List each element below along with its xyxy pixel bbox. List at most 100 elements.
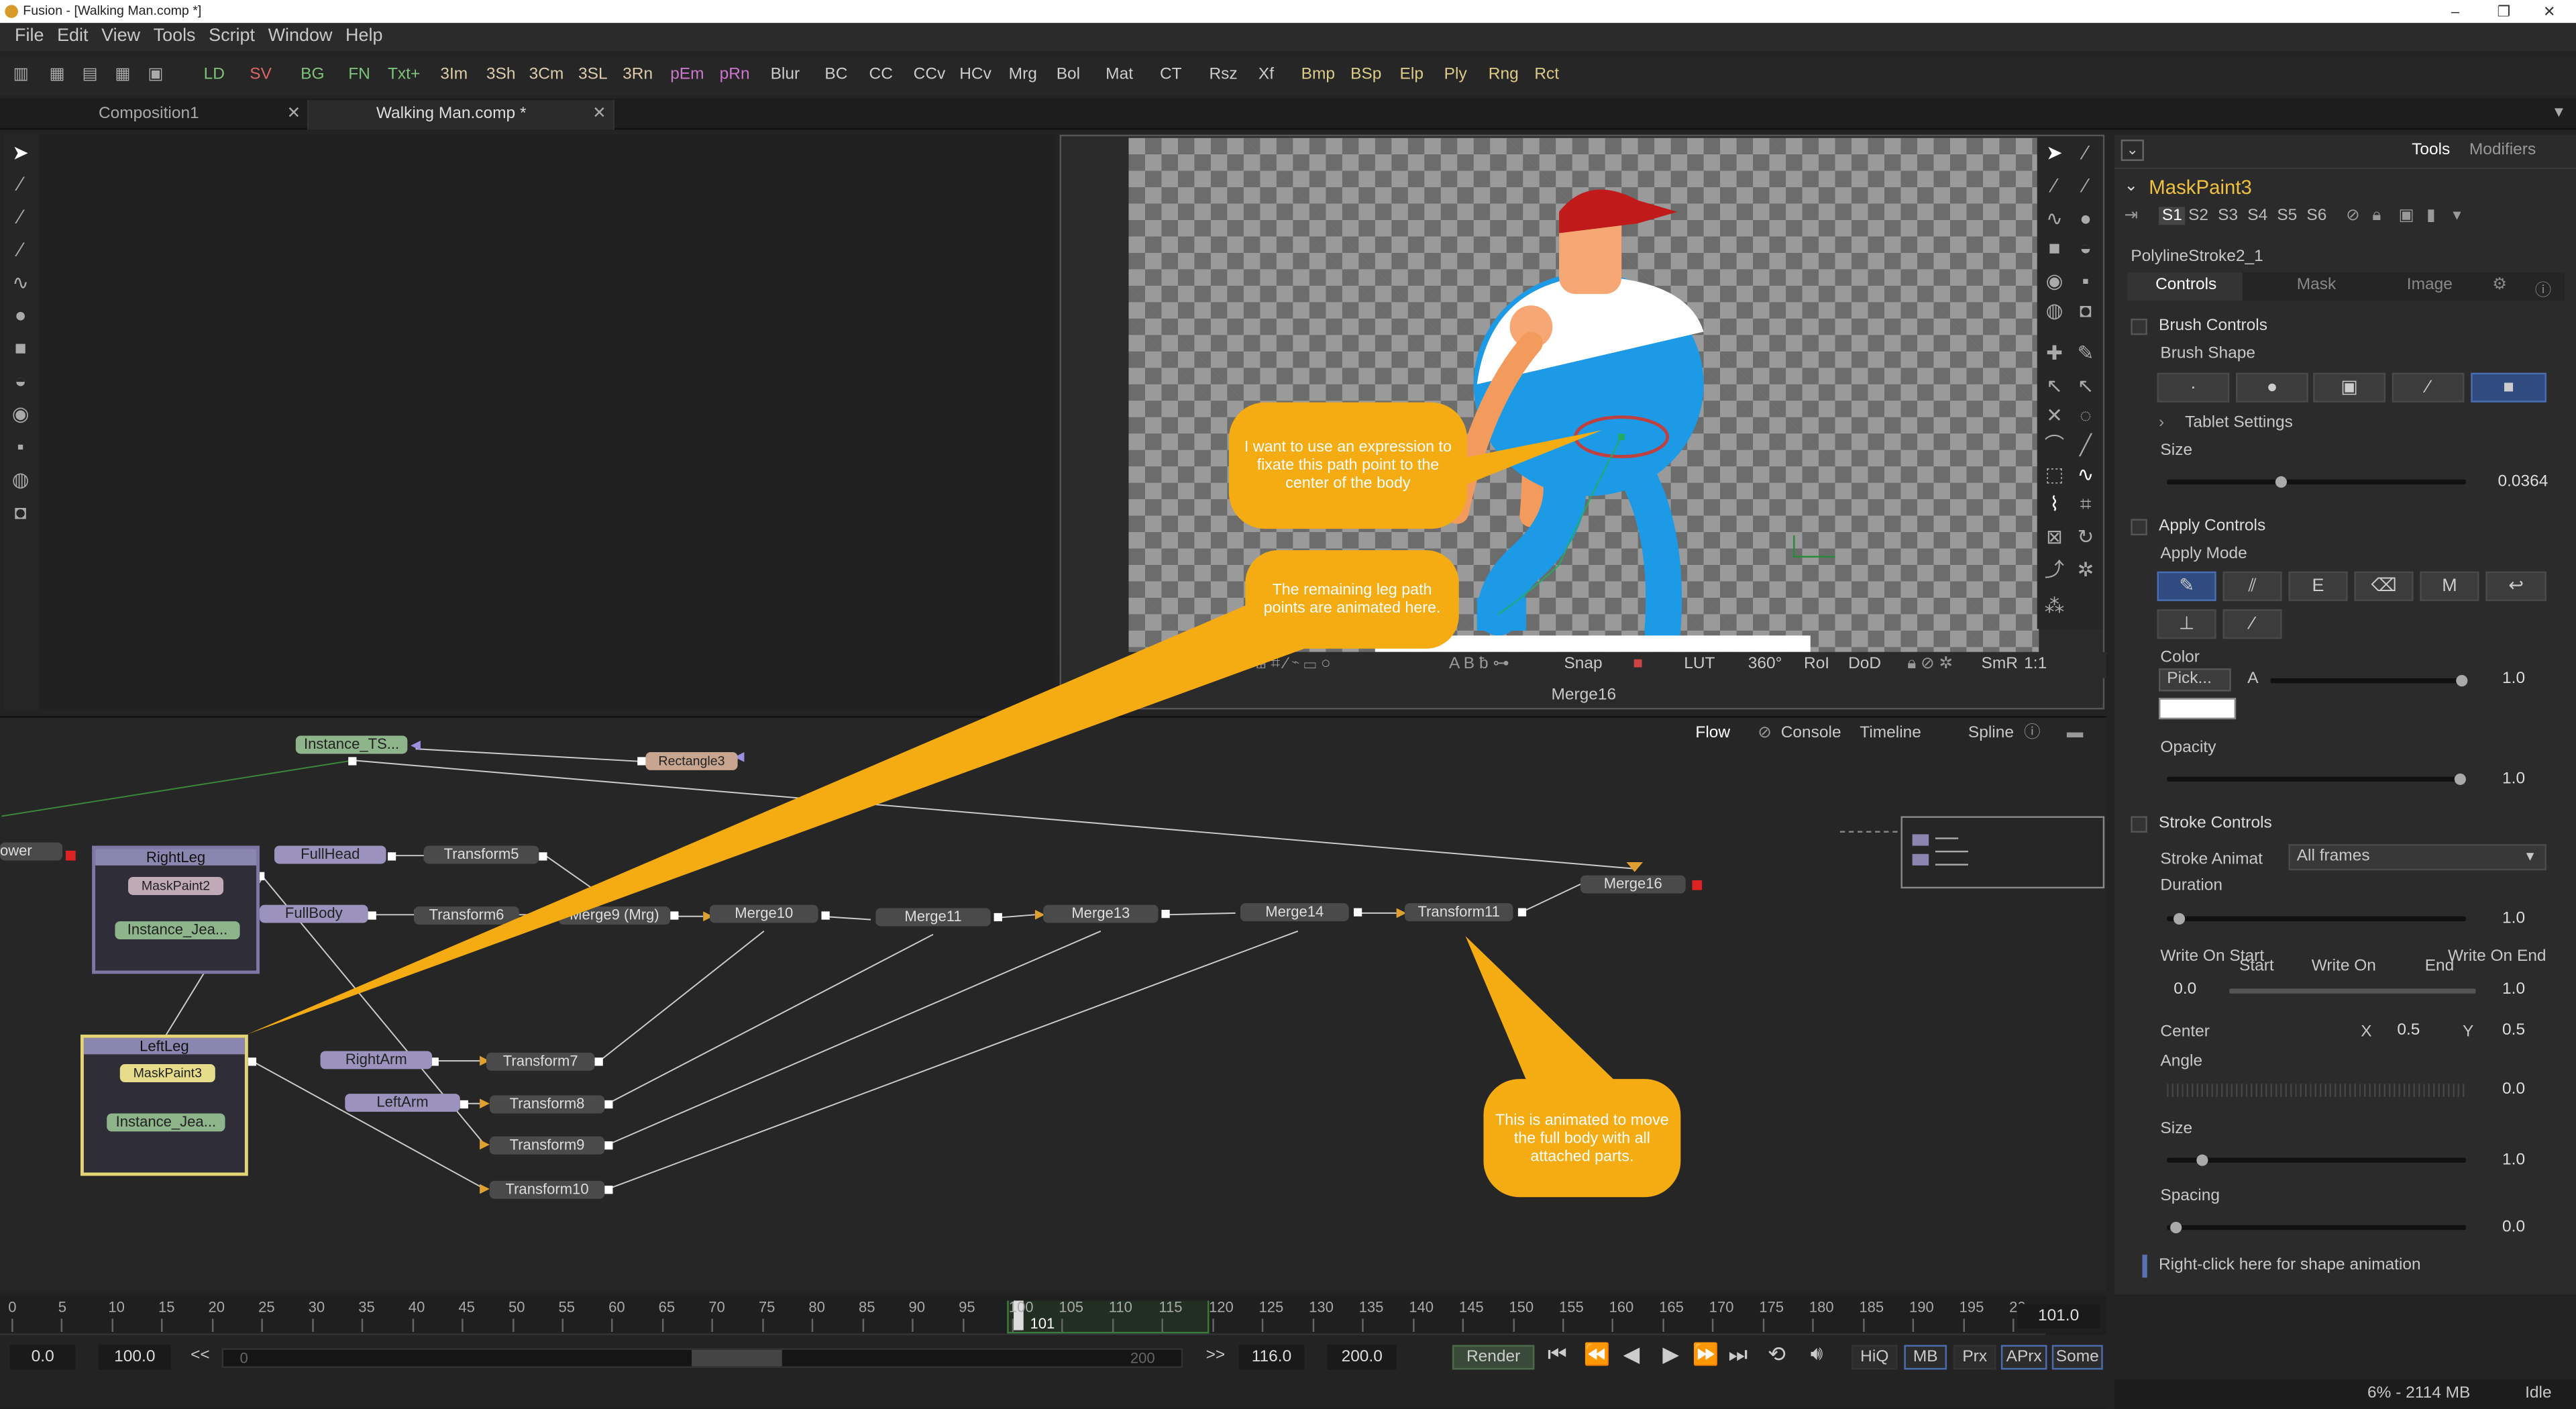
size-value[interactable]: 0.0364	[2473, 473, 2548, 491]
copy-rect-icon[interactable]: ▪	[2075, 270, 2096, 293]
layout-icon[interactable]: ▤	[82, 56, 97, 95]
comment-icon[interactable]: ▬	[2067, 718, 2083, 751]
fit-button[interactable]: Fit	[1197, 652, 1216, 678]
section-brush-controls[interactable]: Brush Controls	[2131, 315, 2561, 338]
node-merge14[interactable]: Merge14	[1240, 903, 1349, 922]
tab-timeline[interactable]: Timeline	[1860, 718, 1921, 751]
pen-icon[interactable]: ✎	[2075, 342, 2096, 365]
section-checkbox[interactable]	[2131, 318, 2147, 335]
slider-knob[interactable]	[2454, 773, 2466, 785]
slider-knob[interactable]	[2174, 912, 2186, 925]
menu-script[interactable]: Script	[209, 26, 255, 46]
select-point-icon[interactable]: ↖	[2075, 375, 2096, 398]
toolbar-button-mat[interactable]: Mat	[1106, 56, 1133, 95]
slider-knob[interactable]	[2456, 674, 2468, 687]
toolbar-button-3rn[interactable]: 3Rn	[623, 56, 653, 95]
toolbar-button-fn[interactable]: FN	[348, 56, 370, 95]
reduce-icon[interactable]: ↻	[2075, 526, 2096, 549]
copy-ellipse-icon[interactable]: ◘	[10, 502, 32, 524]
rectangle-icon[interactable]: ■	[2044, 238, 2065, 260]
collapse-chevron-icon[interactable]: ⌄	[2125, 177, 2139, 195]
group-rightleg[interactable]: RightLeg MaskPaint2 Instance_Jea...	[92, 845, 260, 974]
layout-icon[interactable]: ▦	[49, 56, 64, 95]
stroke-icon[interactable]: ⁄	[10, 239, 32, 261]
current-frame-field[interactable]: 101.0	[2017, 1304, 2100, 1329]
panel-toggle-icon[interactable]: ⌄	[2121, 140, 2144, 161]
menu-file[interactable]: File	[15, 26, 44, 46]
stroke-s6[interactable]: S6	[2306, 207, 2326, 225]
close-window-button[interactable]: ✕	[2543, 0, 2555, 23]
menu-view[interactable]: View	[101, 26, 140, 46]
scroll-left-button[interactable]: <<	[191, 1347, 210, 1365]
stroke-s1[interactable]: S1	[2158, 207, 2186, 225]
write-on-range-slider[interactable]	[2229, 988, 2476, 994]
apply-color-button[interactable]: ✎	[2157, 571, 2216, 601]
menu-help[interactable]: Help	[345, 26, 382, 46]
minimize-button[interactable]: –	[2451, 0, 2459, 23]
toolbar-button-bg[interactable]: BG	[301, 56, 324, 95]
node-instance-jea[interactable]: Instance_Jea...	[107, 1113, 225, 1132]
scroll-right-button[interactable]: >>	[1206, 1347, 1226, 1365]
tab-composition1[interactable]: Composition1 ✕	[0, 100, 309, 130]
wand-icon[interactable]: ◉	[10, 403, 32, 425]
fill-icon[interactable]: ◒	[10, 370, 32, 393]
pick-color-button[interactable]: Pick...	[2158, 668, 2231, 692]
apply-emboss-button[interactable]: E	[2288, 571, 2348, 601]
toolbar-button-xf[interactable]: Xf	[1258, 56, 1274, 95]
rewind-icon[interactable]: ⏪	[1584, 1342, 1611, 1368]
paint-group-icon[interactable]: ◍	[2044, 300, 2065, 322]
layout-icon[interactable]: ▥	[13, 56, 29, 95]
color-swatch[interactable]	[2158, 698, 2237, 720]
select-arrow-icon[interactable]: ➤	[2044, 142, 2065, 164]
smooth-icon[interactable]: ⌒	[2044, 434, 2065, 457]
transform-icon[interactable]: ⬚	[2044, 464, 2065, 486]
toolbar-button-txt[interactable]: Txt+	[388, 56, 420, 95]
wand-icon[interactable]: ◉	[2044, 270, 2065, 293]
toolbar-button-sv[interactable]: SV	[250, 56, 272, 95]
info-icon[interactable]: ⓘ	[2024, 718, 2040, 751]
step-back-icon[interactable]: ◀	[1623, 1342, 1640, 1368]
duration-slider[interactable]	[2167, 912, 2466, 925]
node-instance-ts[interactable]: Instance_TS...	[295, 735, 408, 754]
apply-smear-button[interactable]: ↩	[2485, 571, 2546, 601]
save-icon[interactable]: ▣	[2399, 207, 2414, 225]
toolbar-button-bc[interactable]: BC	[824, 56, 847, 95]
dod-button[interactable]: DoD	[1848, 652, 1881, 678]
size2-slider[interactable]	[2167, 1154, 2466, 1166]
auto-proxy-button[interactable]: APrx	[2000, 1345, 2047, 1370]
node-instance-jea[interactable]: Instance_Jea...	[115, 921, 240, 940]
toolbar-button-bsp[interactable]: BSp	[1350, 56, 1381, 95]
apply-wire-button[interactable]: ⁄	[2222, 609, 2282, 639]
paint-group-icon[interactable]: ◍	[10, 469, 32, 491]
toolbar-button-bmp[interactable]: Bmp	[1301, 56, 1335, 95]
range-scroll-thumb[interactable]	[692, 1349, 782, 1367]
fast-forward-icon[interactable]: ⏩	[1692, 1342, 1719, 1368]
duration-value[interactable]: 1.0	[2473, 910, 2525, 928]
angle-button[interactable]: 360°	[1748, 652, 1782, 678]
shape-icon[interactable]: ⌗	[2075, 494, 2096, 516]
stroke-s2[interactable]: S2	[2188, 207, 2208, 225]
time-ruler[interactable]: 101 0 5 10 15 20 25 30 35 40 45 50 55 60 65 70 75 80 85 90…	[0, 1296, 2046, 1335]
apply-erase-button[interactable]: ⌫	[2354, 571, 2414, 601]
delete-point-icon[interactable]: ✕	[2044, 405, 2065, 427]
motion-blur-button[interactable]: MB	[1904, 1345, 1947, 1370]
follow-icon[interactable]: ✲	[2075, 559, 2096, 582]
smr-button[interactable]: SmR	[1981, 652, 2017, 678]
apply-merge-button[interactable]: M	[2420, 571, 2479, 601]
node-transform9[interactable]: Transform9	[489, 1136, 605, 1155]
tab-spline[interactable]: Spline	[1968, 718, 2014, 751]
roi-button[interactable]: RoI	[1804, 652, 1829, 678]
stroke-s5[interactable]: S5	[2277, 207, 2297, 225]
brush-soft-button[interactable]: ∙	[2157, 372, 2230, 403]
spacing-slider[interactable]	[2167, 1222, 2466, 1234]
node-maskpaint2[interactable]: MaskPaint2	[128, 877, 224, 895]
node-transform7[interactable]: Transform7	[486, 1052, 595, 1071]
toolbar-button-mrg[interactable]: Mrg	[1009, 56, 1037, 95]
menu-edit[interactable]: Edit	[57, 26, 88, 46]
slider-knob[interactable]	[2170, 1222, 2182, 1234]
toolbar-button-3im[interactable]: 3Im	[440, 56, 468, 95]
toolbar-button-cc[interactable]: CC	[869, 56, 893, 95]
toolbar-button-ct[interactable]: CT	[1160, 56, 1182, 95]
shape-icon[interactable]: ⌇	[2044, 494, 2065, 516]
rectangle-icon[interactable]: ■	[10, 337, 32, 360]
